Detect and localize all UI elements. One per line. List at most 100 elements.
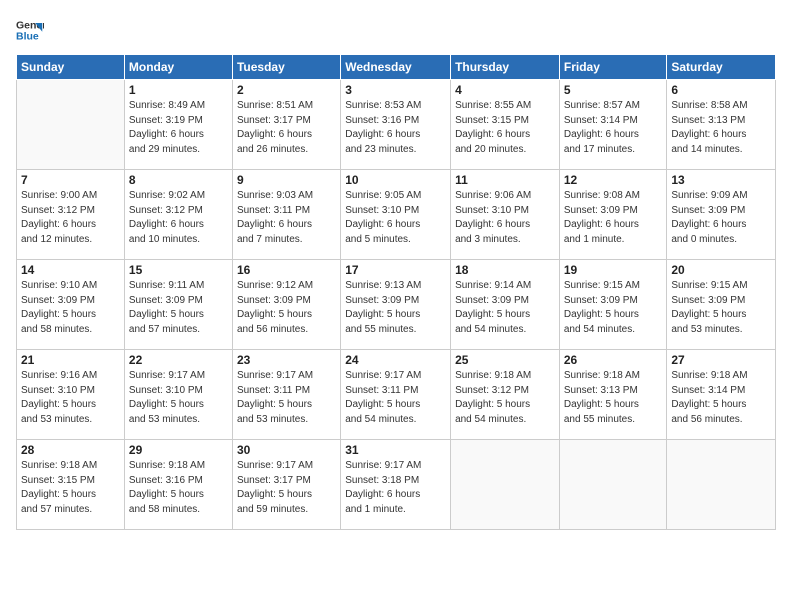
day-info: Sunrise: 9:00 AM Sunset: 3:12 PM Dayligh…	[21, 189, 120, 247]
calendar-table: SundayMondayTuesdayWednesdayThursdayFrid…	[16, 54, 776, 530]
header: General Blue	[16, 16, 776, 44]
day-number: 12	[564, 173, 663, 187]
calendar-cell: 22 Sunrise: 9:17 AM Sunset: 3:10 PM Dayli…	[124, 350, 232, 440]
main-container: General Blue SundayMondayTuesdayWednesda…	[0, 0, 792, 538]
day-number: 6	[671, 83, 771, 97]
logo-icon: General Blue	[16, 16, 44, 44]
calendar-cell: 14 Sunrise: 9:10 AM Sunset: 3:09 PM Dayli…	[17, 260, 125, 350]
calendar-cell: 9 Sunrise: 9:03 AM Sunset: 3:11 PM Daylig…	[232, 170, 340, 260]
calendar-cell: 19Sunrise: 9:15 AM Sunset: 3:09 PM Dayli…	[559, 260, 667, 350]
day-number: 31	[345, 443, 446, 457]
calendar-cell: 30 Sunrise: 9:17 AM Sunset: 3:17 PM Dayli…	[232, 440, 340, 530]
calendar-cell: 8 Sunrise: 9:02 AM Sunset: 3:12 PM Daylig…	[124, 170, 232, 260]
day-number: 13	[671, 173, 771, 187]
day-info: Sunrise: 9:17 AM Sunset: 3:17 PM Dayligh…	[237, 459, 336, 517]
calendar-cell: 2Sunrise: 8:51 AM Sunset: 3:17 PM Daylig…	[232, 80, 340, 170]
day-info: Sunrise: 9:18 AM Sunset: 3:15 PM Dayligh…	[21, 459, 120, 517]
calendar-cell: 13Sunrise: 9:09 AM Sunset: 3:09 PM Dayli…	[667, 170, 776, 260]
calendar-cell: 3 Sunrise: 8:53 AM Sunset: 3:16 PM Daylig…	[341, 80, 451, 170]
weekday-header-wednesday: Wednesday	[341, 55, 451, 80]
day-number: 19	[564, 263, 663, 277]
weekday-header-sunday: Sunday	[17, 55, 125, 80]
day-info: Sunrise: 9:06 AM Sunset: 3:10 PM Dayligh…	[455, 189, 555, 247]
day-number: 20	[671, 263, 771, 277]
calendar-cell: 31 Sunrise: 9:17 AM Sunset: 3:18 PM Dayli…	[341, 440, 451, 530]
day-number: 10	[345, 173, 446, 187]
calendar-cell: 5 Sunrise: 8:57 AM Sunset: 3:14 PM Daylig…	[559, 80, 667, 170]
day-info: Sunrise: 9:11 AM Sunset: 3:09 PM Dayligh…	[129, 279, 228, 337]
day-number: 28	[21, 443, 120, 457]
day-info: Sunrise: 8:58 AM Sunset: 3:13 PM Dayligh…	[671, 99, 771, 157]
day-info: Sunrise: 9:16 AM Sunset: 3:10 PM Dayligh…	[21, 369, 120, 427]
calendar-cell: 23 Sunrise: 9:17 AM Sunset: 3:11 PM Dayli…	[232, 350, 340, 440]
day-number: 23	[237, 353, 336, 367]
weekday-header-tuesday: Tuesday	[232, 55, 340, 80]
day-number: 5	[564, 83, 663, 97]
day-number: 22	[129, 353, 228, 367]
day-info: Sunrise: 8:51 AM Sunset: 3:17 PM Dayligh…	[237, 99, 336, 157]
calendar-cell	[17, 80, 125, 170]
calendar-cell: 20 Sunrise: 9:15 AM Sunset: 3:09 PM Dayli…	[667, 260, 776, 350]
weekday-header-friday: Friday	[559, 55, 667, 80]
calendar-cell: 28 Sunrise: 9:18 AM Sunset: 3:15 PM Dayli…	[17, 440, 125, 530]
calendar-cell: 16Sunrise: 9:12 AM Sunset: 3:09 PM Dayli…	[232, 260, 340, 350]
calendar-cell	[451, 440, 560, 530]
calendar-week-4: 21 Sunrise: 9:16 AM Sunset: 3:10 PM Dayli…	[17, 350, 776, 440]
logo: General Blue	[16, 16, 44, 44]
calendar-cell: 21 Sunrise: 9:16 AM Sunset: 3:10 PM Dayli…	[17, 350, 125, 440]
calendar-cell: 6 Sunrise: 8:58 AM Sunset: 3:13 PM Daylig…	[667, 80, 776, 170]
day-info: Sunrise: 9:17 AM Sunset: 3:18 PM Dayligh…	[345, 459, 446, 517]
day-info: Sunrise: 9:02 AM Sunset: 3:12 PM Dayligh…	[129, 189, 228, 247]
day-info: Sunrise: 9:03 AM Sunset: 3:11 PM Dayligh…	[237, 189, 336, 247]
day-info: Sunrise: 8:57 AM Sunset: 3:14 PM Dayligh…	[564, 99, 663, 157]
calendar-cell	[559, 440, 667, 530]
day-info: Sunrise: 9:13 AM Sunset: 3:09 PM Dayligh…	[345, 279, 446, 337]
calendar-cell: 4 Sunrise: 8:55 AM Sunset: 3:15 PM Daylig…	[451, 80, 560, 170]
day-info: Sunrise: 9:18 AM Sunset: 3:13 PM Dayligh…	[564, 369, 663, 427]
calendar-cell: 18 Sunrise: 9:14 AM Sunset: 3:09 PM Dayli…	[451, 260, 560, 350]
day-info: Sunrise: 9:14 AM Sunset: 3:09 PM Dayligh…	[455, 279, 555, 337]
day-number: 18	[455, 263, 555, 277]
day-number: 29	[129, 443, 228, 457]
day-info: Sunrise: 9:05 AM Sunset: 3:10 PM Dayligh…	[345, 189, 446, 247]
day-info: Sunrise: 9:18 AM Sunset: 3:12 PM Dayligh…	[455, 369, 555, 427]
day-info: Sunrise: 8:53 AM Sunset: 3:16 PM Dayligh…	[345, 99, 446, 157]
day-number: 25	[455, 353, 555, 367]
day-number: 27	[671, 353, 771, 367]
calendar-cell: 7 Sunrise: 9:00 AM Sunset: 3:12 PM Daylig…	[17, 170, 125, 260]
day-info: Sunrise: 9:12 AM Sunset: 3:09 PM Dayligh…	[237, 279, 336, 337]
day-number: 24	[345, 353, 446, 367]
day-number: 7	[21, 173, 120, 187]
day-info: Sunrise: 8:49 AM Sunset: 3:19 PM Dayligh…	[129, 99, 228, 157]
calendar-cell: 10 Sunrise: 9:05 AM Sunset: 3:10 PM Dayli…	[341, 170, 451, 260]
calendar-cell: 17 Sunrise: 9:13 AM Sunset: 3:09 PM Dayli…	[341, 260, 451, 350]
weekday-header-monday: Monday	[124, 55, 232, 80]
day-number: 21	[21, 353, 120, 367]
calendar-cell: 26Sunrise: 9:18 AM Sunset: 3:13 PM Dayli…	[559, 350, 667, 440]
weekday-header-thursday: Thursday	[451, 55, 560, 80]
svg-text:Blue: Blue	[16, 31, 39, 43]
day-number: 8	[129, 173, 228, 187]
day-number: 3	[345, 83, 446, 97]
day-info: Sunrise: 9:18 AM Sunset: 3:16 PM Dayligh…	[129, 459, 228, 517]
day-info: Sunrise: 9:17 AM Sunset: 3:11 PM Dayligh…	[237, 369, 336, 427]
day-number: 4	[455, 83, 555, 97]
day-info: Sunrise: 9:18 AM Sunset: 3:14 PM Dayligh…	[671, 369, 771, 427]
calendar-cell: 25 Sunrise: 9:18 AM Sunset: 3:12 PM Dayli…	[451, 350, 560, 440]
calendar-cell	[667, 440, 776, 530]
weekday-header-saturday: Saturday	[667, 55, 776, 80]
calendar-week-3: 14 Sunrise: 9:10 AM Sunset: 3:09 PM Dayli…	[17, 260, 776, 350]
day-number: 9	[237, 173, 336, 187]
day-info: Sunrise: 9:10 AM Sunset: 3:09 PM Dayligh…	[21, 279, 120, 337]
day-number: 17	[345, 263, 446, 277]
day-number: 11	[455, 173, 555, 187]
calendar-cell: 11 Sunrise: 9:06 AM Sunset: 3:10 PM Dayli…	[451, 170, 560, 260]
day-number: 14	[21, 263, 120, 277]
calendar-week-5: 28 Sunrise: 9:18 AM Sunset: 3:15 PM Dayli…	[17, 440, 776, 530]
day-number: 30	[237, 443, 336, 457]
weekday-header-row: SundayMondayTuesdayWednesdayThursdayFrid…	[17, 55, 776, 80]
calendar-cell: 1Sunrise: 8:49 AM Sunset: 3:19 PM Daylig…	[124, 80, 232, 170]
day-info: Sunrise: 9:17 AM Sunset: 3:10 PM Dayligh…	[129, 369, 228, 427]
day-info: Sunrise: 9:15 AM Sunset: 3:09 PM Dayligh…	[671, 279, 771, 337]
day-info: Sunrise: 8:55 AM Sunset: 3:15 PM Dayligh…	[455, 99, 555, 157]
